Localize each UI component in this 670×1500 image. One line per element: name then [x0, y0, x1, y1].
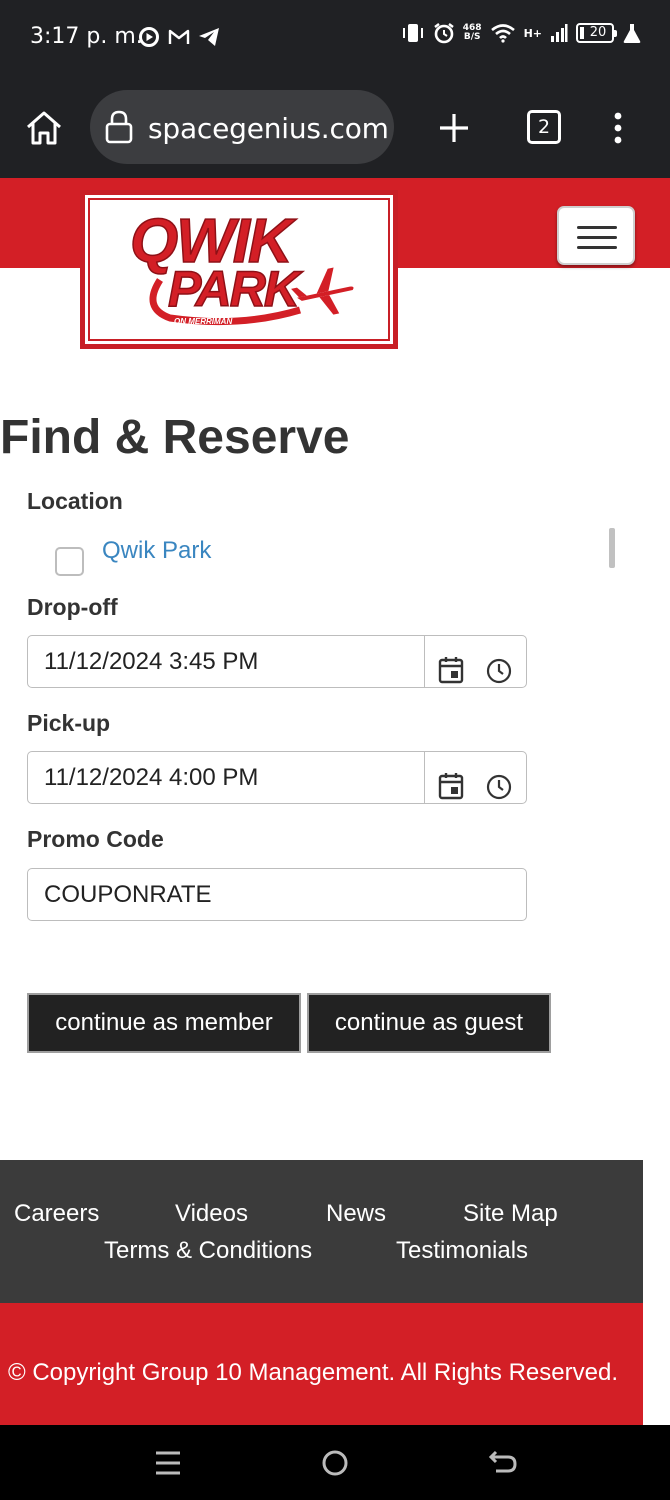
wifi-icon	[490, 24, 515, 43]
calendar-icon[interactable]	[438, 772, 464, 800]
notification-icons	[138, 26, 220, 48]
copyright-text: © Copyright Group 10 Management. All Rig…	[8, 1359, 618, 1386]
home-icon	[27, 111, 61, 145]
logo-line2: PARK	[168, 261, 304, 317]
address-bar[interactable]: spacegenius.com	[90, 90, 394, 164]
continue-as-member-button[interactable]: continue as member	[27, 993, 301, 1053]
qwik-park-logo: QWIK PARK ON MERRIMAN	[129, 206, 354, 326]
telegram-icon	[199, 28, 219, 46]
location-list[interactable]: Qwik Park	[27, 524, 619, 576]
pickup-datetime-field[interactable]: 11/12/2024 4:00 PM	[27, 751, 527, 804]
calendar-icon[interactable]	[438, 656, 464, 684]
back-icon[interactable]	[488, 1449, 518, 1477]
net-speed-unit: B/S	[463, 32, 481, 42]
new-tab-button[interactable]	[436, 108, 472, 148]
hamburger-bar	[577, 236, 617, 239]
tab-switcher-button[interactable]: 2	[527, 110, 561, 144]
lab-flask-icon	[623, 24, 641, 43]
system-nav-bar	[0, 1425, 670, 1500]
logo-tagline: ON MERRIMAN	[174, 317, 232, 326]
footer-link-videos[interactable]: Videos	[175, 1200, 248, 1228]
footer-copyright-band: © Copyright Group 10 Management. All Rig…	[0, 1303, 643, 1425]
footer-link-testimonials[interactable]: Testimonials	[396, 1237, 528, 1265]
home-button[interactable]	[24, 108, 64, 148]
location-checkbox[interactable]	[55, 547, 84, 576]
lock-icon	[105, 110, 133, 144]
dropoff-value: 11/12/2024 3:45 PM	[44, 648, 259, 675]
browser-menu-button[interactable]	[606, 108, 630, 148]
dropoff-datetime-field[interactable]: 11/12/2024 3:45 PM	[27, 635, 527, 688]
system-status-icons: 468 B/S H+ 20	[401, 22, 642, 44]
media-notification-icon	[139, 27, 159, 47]
promo-code-label: Promo Code	[27, 826, 164, 852]
status-bar: 3:17 p. m. 468 B/S H+ 20	[0, 0, 670, 78]
site-logo[interactable]: QWIK PARK ON MERRIMAN	[80, 190, 398, 349]
continue-as-guest-button[interactable]: continue as guest	[307, 993, 551, 1053]
gmail-icon	[168, 29, 190, 44]
status-time: 3:17 p. m.	[30, 24, 143, 49]
footer-link-careers[interactable]: Careers	[14, 1200, 99, 1228]
nav-menu-toggle-button[interactable]	[557, 206, 635, 265]
alarm-icon	[434, 23, 454, 44]
battery-icon: 20	[576, 23, 617, 43]
clock-icon[interactable]	[486, 658, 512, 684]
location-option-link[interactable]: Qwik Park	[102, 537, 211, 565]
pickup-label: Pick-up	[27, 710, 111, 736]
footer-link-site-map[interactable]: Site Map	[463, 1200, 558, 1228]
footer-link-terms[interactable]: Terms & Conditions	[104, 1237, 312, 1265]
url-text: spacegenius.com	[148, 112, 389, 145]
plus-icon	[440, 114, 468, 142]
network-speed: 468 B/S	[463, 24, 482, 42]
clock-icon[interactable]	[486, 774, 512, 800]
network-type: H+	[523, 26, 542, 40]
promo-code-input[interactable]: COUPONRATE	[27, 868, 527, 921]
location-label: Location	[27, 488, 123, 514]
page-title: Find & Reserve	[0, 411, 350, 464]
home-circle-icon[interactable]	[321, 1449, 349, 1477]
recent-apps-icon[interactable]	[154, 1450, 182, 1476]
field-divider	[424, 636, 425, 687]
battery-level: 20	[589, 25, 607, 40]
hamburger-bar	[577, 246, 617, 249]
dropoff-label: Drop-off	[27, 594, 118, 620]
signal-icon	[551, 24, 568, 42]
footer-link-news[interactable]: News	[326, 1200, 386, 1228]
vibrate-icon	[402, 24, 423, 42]
more-vert-icon	[614, 112, 622, 144]
browser-toolbar: spacegenius.com 2	[0, 78, 670, 178]
footer-nav: Careers Videos News Site Map Terms & Con…	[0, 1160, 643, 1303]
pickup-value: 11/12/2024 4:00 PM	[44, 764, 259, 791]
hamburger-icon	[577, 226, 617, 229]
location-list-scrollbar[interactable]	[609, 528, 615, 568]
field-divider	[424, 752, 425, 803]
